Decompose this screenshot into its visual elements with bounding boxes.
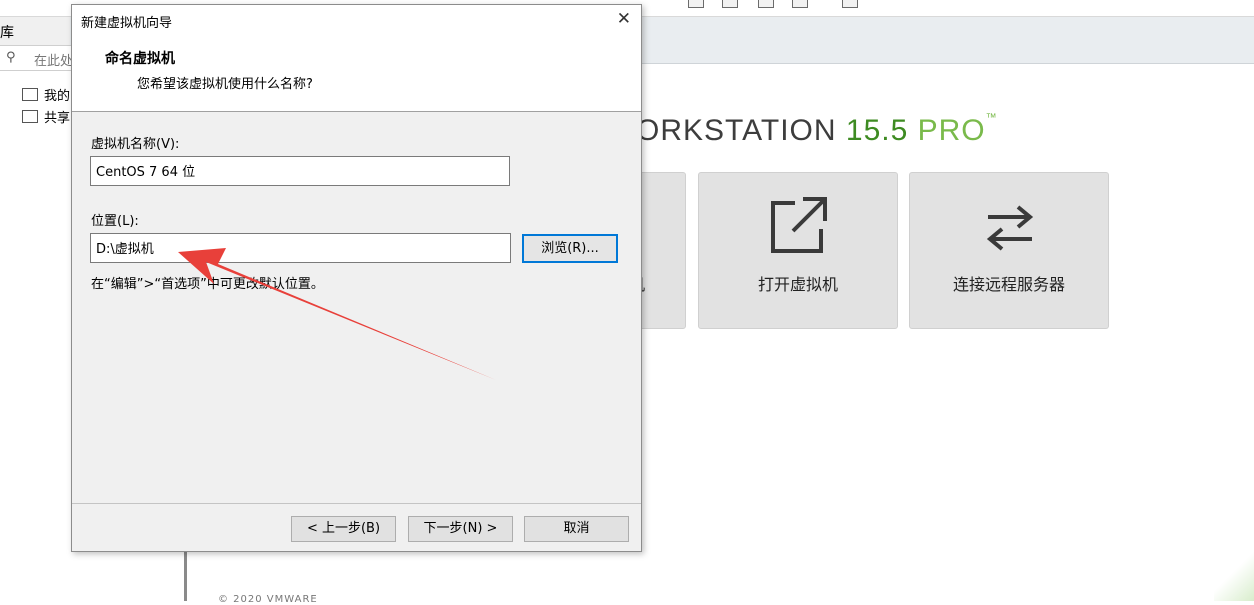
copyright-text: © 2020 VMWARE (218, 594, 318, 605)
dialog-titlebar[interactable]: 新建虚拟机向导 ✕ (72, 5, 641, 35)
tile-label: 打开虚拟机 (757, 275, 838, 294)
open-external-icon (771, 197, 827, 253)
search-icon: ⚲ (6, 50, 16, 65)
cancel-button[interactable]: 取消 (524, 516, 629, 542)
computer-icon (22, 88, 38, 101)
close-icon[interactable]: ✕ (617, 9, 631, 29)
workstation-brand: ORKSTATION 15.5 PRO™ (636, 112, 998, 147)
location-label: 位置(L): (91, 214, 139, 229)
location-hint: 在“编辑”>“首选项”中可更改默认位置。 (91, 277, 324, 292)
open-vm-tile[interactable]: 打开虚拟机 (698, 172, 898, 329)
vm-name-input[interactable]: CentOS 7 64 位 (90, 156, 510, 186)
tree-item-shared[interactable]: 共享 (22, 107, 70, 126)
library-title: 库 (0, 25, 14, 41)
decorative-corner (1214, 541, 1254, 601)
step-subtitle: 您希望该虚拟机使用什么名称? (137, 77, 313, 92)
step-title: 命名虚拟机 (105, 51, 175, 67)
vm-name-label: 虚拟机名称(V): (91, 137, 180, 152)
toolbar-button-icon[interactable] (842, 0, 858, 8)
toolbar-button-icon[interactable] (722, 0, 738, 8)
toolbar-button-icon[interactable] (792, 0, 808, 8)
location-input[interactable]: D:\虚拟机 (90, 233, 511, 263)
back-button[interactable]: < 上一步(B) (291, 516, 396, 542)
create-vm-tile[interactable]: 机 (629, 172, 686, 329)
library-search-input[interactable]: ⚲ 在此处 (0, 45, 73, 71)
shared-vms-icon (22, 110, 38, 123)
swap-arrows-icon (986, 205, 1034, 251)
tree-item-my-computer[interactable]: 我的 (22, 85, 70, 104)
tile-label: 连接远程服务器 (952, 275, 1065, 294)
wizard-header: 命名虚拟机 您希望该虚拟机使用什么名称? (72, 35, 641, 112)
browse-button[interactable]: 浏览(R)... (522, 234, 618, 263)
next-button[interactable]: 下一步(N) > (408, 516, 513, 542)
toolbar-button-icon[interactable] (758, 0, 774, 8)
dialog-title: 新建虚拟机向导 (81, 16, 173, 31)
toolbar-button-icon[interactable] (688, 0, 704, 8)
search-placeholder: 在此处 (34, 54, 74, 69)
connect-remote-tile[interactable]: 连接远程服务器 (909, 172, 1109, 329)
pane-splitter[interactable] (184, 550, 187, 601)
new-vm-wizard-dialog: 新建虚拟机向导 ✕ 命名虚拟机 您希望该虚拟机使用什么名称? 虚拟机名称(V):… (71, 4, 642, 552)
dialog-footer: < 上一步(B) 下一步(N) > 取消 (72, 503, 641, 552)
